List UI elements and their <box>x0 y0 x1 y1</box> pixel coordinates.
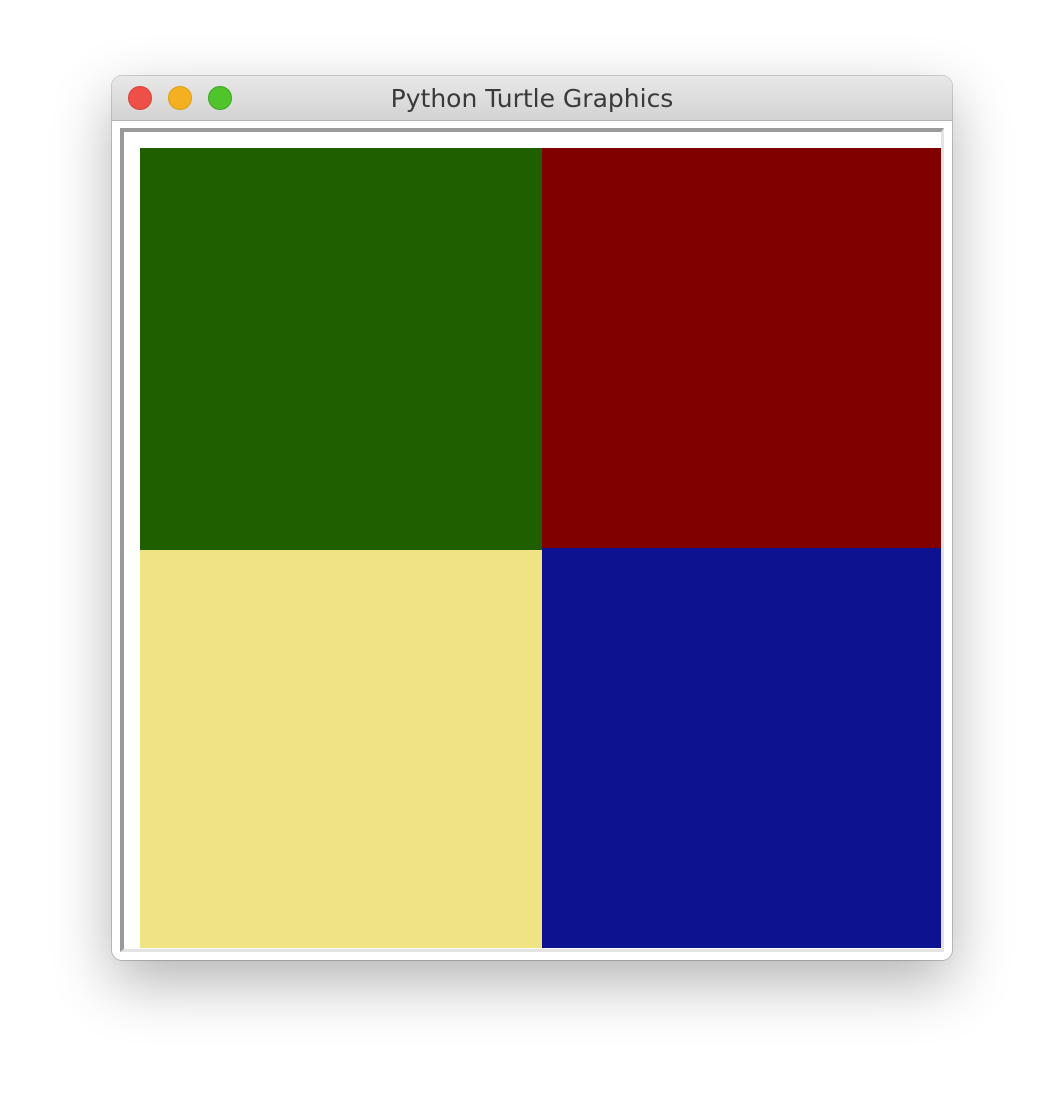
quadrant-bottom-left <box>140 550 542 948</box>
turtle-canvas[interactable] <box>120 128 944 952</box>
quadrant-top-left <box>140 148 542 550</box>
quadrant-bottom-right <box>542 548 941 948</box>
title-bar[interactable]: Python Turtle Graphics <box>112 76 952 121</box>
window-title: Python Turtle Graphics <box>390 84 674 113</box>
turtle-window: Python Turtle Graphics <box>112 76 952 960</box>
quadrant-top-right <box>542 148 941 548</box>
